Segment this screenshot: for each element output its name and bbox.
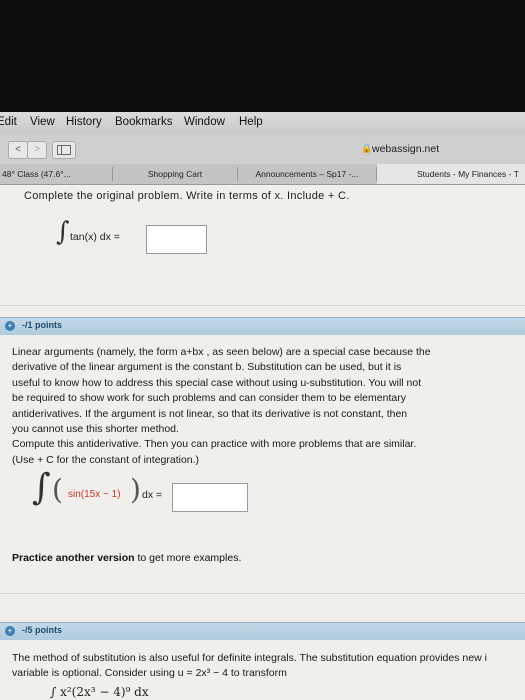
integral-sign: ∫: [56, 217, 70, 247]
expand-icon[interactable]: +: [5, 321, 15, 331]
menu-history[interactable]: History: [66, 116, 102, 128]
integrand-expression: sin(15x − 1): [68, 489, 121, 500]
address-bar[interactable]: webassign.net: [372, 143, 439, 155]
question-header-3: + -/5 points: [0, 622, 525, 640]
question-text-3: The method of substitution is also usefu…: [12, 651, 525, 682]
question-line: useful to know how to address this speci…: [12, 376, 422, 389]
back-button[interactable]: <: [8, 141, 28, 159]
question-text-2: Linear arguments (namely, the form a+bx …: [12, 345, 512, 468]
integral-expression: tan(x) dx =: [70, 231, 120, 243]
tab-class[interactable]: 48° Class (47.6°...: [0, 164, 112, 184]
practice-link-line: Practice another version to get more exa…: [12, 552, 241, 564]
integral-dx: dx =: [142, 489, 163, 501]
lock-icon: 🔒: [361, 143, 373, 153]
page-content: Complete the original problem. Write in …: [0, 185, 525, 700]
menu-view[interactable]: View: [30, 116, 55, 128]
practice-rest-text: to get more examples.: [134, 552, 242, 564]
menu-window[interactable]: Window: [184, 116, 225, 128]
question-line: you cannot use this shorter method.: [12, 423, 179, 436]
menu-bar: Edit View History Bookmarks Window Help: [0, 112, 525, 134]
question-line: derivative of the linear argument is the…: [12, 361, 402, 374]
question-line: Compute this antiderivative. Then you ca…: [12, 438, 417, 451]
tab-shopping-cart[interactable]: Shopping Cart: [113, 164, 237, 184]
tab-students-finances[interactable]: Students - My Finances - T: [377, 164, 525, 184]
question-line: be required to show work for such proble…: [12, 392, 406, 405]
question-header-2: + -/1 points: [0, 317, 525, 335]
question-line: antiderivatives. If the argument is not …: [12, 407, 408, 420]
sidebar-toggle-icon[interactable]: [52, 141, 76, 159]
browser-toolbar: < > 🔒 webassign.net: [0, 134, 525, 165]
screen-bezel: [0, 0, 525, 112]
forward-button[interactable]: >: [27, 141, 47, 159]
answer-input-1[interactable]: [146, 225, 207, 254]
answer-input-2[interactable]: [172, 483, 248, 512]
question-points: -/1 points: [22, 320, 62, 330]
menu-edit[interactable]: Edit: [0, 116, 17, 128]
open-paren: (: [52, 473, 63, 506]
tab-announcements[interactable]: Announcements – Sp17 -...: [238, 164, 376, 184]
expand-icon[interactable]: +: [5, 626, 15, 636]
menu-bookmarks[interactable]: Bookmarks: [115, 116, 173, 128]
integral-preview: ∫ x²(2x³ − 4)⁹ dx: [50, 685, 149, 699]
practice-another-version-link[interactable]: Practice another version: [12, 552, 135, 564]
question-line: Linear arguments (namely, the form a+bx …: [12, 346, 431, 358]
question-points: -/5 points: [22, 625, 62, 635]
integral-sign: ∫: [32, 467, 51, 508]
question-line: (Use + C for the constant of integration…: [12, 453, 200, 466]
problem-instruction: Complete the original problem. Write in …: [24, 190, 350, 202]
question-line: variable is optional. Consider using u =…: [12, 667, 287, 680]
close-paren: ): [130, 473, 141, 506]
question-line: The method of substitution is also usefu…: [12, 652, 487, 664]
menu-help[interactable]: Help: [239, 116, 263, 128]
tab-bar: 48° Class (47.6°... Shopping Cart Announ…: [0, 164, 525, 185]
